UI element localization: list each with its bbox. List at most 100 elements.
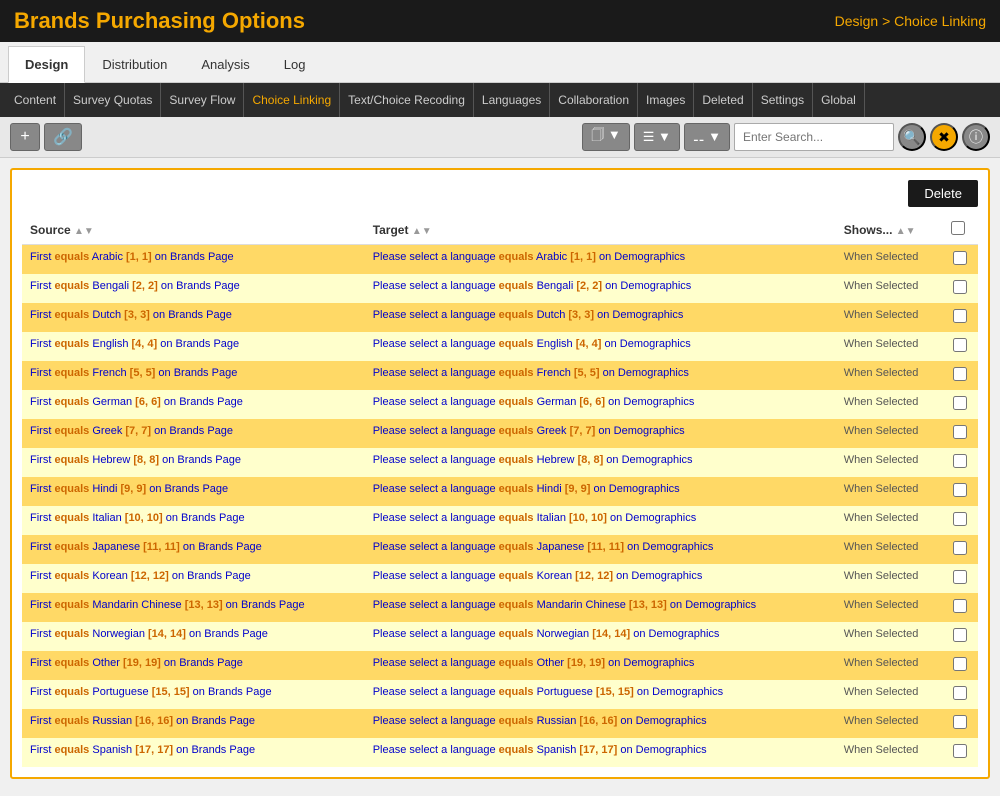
nav-survey-quotas[interactable]: Survey Quotas — [65, 83, 161, 117]
target-cell: Please select a language equals Italian … — [365, 506, 836, 535]
source-link[interactable]: First equals Portuguese [15, 15] on Bran… — [30, 686, 272, 698]
row-checkbox[interactable] — [953, 657, 967, 671]
target-link[interactable]: Please select a language equals English … — [373, 338, 691, 350]
nav-settings[interactable]: Settings — [753, 83, 813, 117]
target-link[interactable]: Please select a language equals Russian … — [373, 715, 707, 727]
source-link[interactable]: First equals Hindi [9, 9] on Brands Page — [30, 483, 228, 495]
select-all-checkbox[interactable] — [951, 221, 965, 235]
target-cell: Please select a language equals Hindi [9… — [365, 477, 836, 506]
copy-button[interactable]: 🗍 ▼ — [582, 123, 629, 151]
target-cell: Please select a language equals Japanese… — [365, 535, 836, 564]
source-link[interactable]: First equals Norwegian [14, 14] on Brand… — [30, 628, 268, 640]
page-title: Brands Purchasing Options — [14, 8, 305, 34]
source-link[interactable]: First equals Italian [10, 10] on Brands … — [30, 512, 245, 524]
nav-languages[interactable]: Languages — [474, 83, 550, 117]
source-link[interactable]: First equals Dutch [3, 3] on Brands Page — [30, 309, 232, 321]
source-link[interactable]: First equals French [5, 5] on Brands Pag… — [30, 367, 237, 379]
row-checkbox[interactable] — [953, 454, 967, 468]
target-link[interactable]: Please select a language equals Greek [7… — [373, 425, 685, 437]
source-link[interactable]: First equals Other [19, 19] on Brands Pa… — [30, 657, 243, 669]
source-link[interactable]: First equals Greek [7, 7] on Brands Page — [30, 425, 233, 437]
check-cell — [943, 477, 978, 506]
row-checkbox[interactable] — [953, 396, 967, 410]
source-link[interactable]: First equals Arabic [1, 1] on Brands Pag… — [30, 251, 234, 263]
link-button[interactable]: 🔗 — [44, 123, 82, 151]
target-link[interactable]: Please select a language equals Hebrew [… — [373, 454, 693, 466]
row-checkbox[interactable] — [953, 483, 967, 497]
source-link[interactable]: First equals Hebrew [8, 8] on Brands Pag… — [30, 454, 241, 466]
row-checkbox[interactable] — [953, 338, 967, 352]
source-link[interactable]: First equals German [6, 6] on Brands Pag… — [30, 396, 243, 408]
source-link[interactable]: First equals Russian [16, 16] on Brands … — [30, 715, 255, 727]
check-cell — [943, 506, 978, 535]
search-button[interactable]: 🔍 — [898, 123, 926, 151]
source-link[interactable]: First equals Bengali [2, 2] on Brands Pa… — [30, 280, 240, 292]
target-link[interactable]: Please select a language equals Portugue… — [373, 686, 723, 698]
nav-deleted[interactable]: Deleted — [694, 83, 752, 117]
table-row: First equals Korean [12, 12] on Brands P… — [22, 564, 978, 593]
row-checkbox[interactable] — [953, 367, 967, 381]
row-checkbox[interactable] — [953, 280, 967, 294]
source-link[interactable]: First equals Japanese [11, 11] on Brands… — [30, 541, 262, 553]
nav-global[interactable]: Global — [813, 83, 865, 117]
target-link[interactable]: Please select a language equals Other [1… — [373, 657, 695, 669]
col-source[interactable]: Source ▲▼ — [22, 215, 365, 245]
nav-collaboration[interactable]: Collaboration — [550, 83, 638, 117]
source-link[interactable]: First equals Korean [12, 12] on Brands P… — [30, 570, 251, 582]
tab-log[interactable]: Log — [267, 46, 323, 82]
info-button[interactable]: ⓘ — [962, 123, 990, 151]
search-x-button[interactable]: ✖ — [930, 123, 958, 151]
format-button[interactable]: ☰ ▼ — [634, 123, 680, 151]
source-link[interactable]: First equals English [4, 4] on Brands Pa… — [30, 338, 239, 350]
row-checkbox[interactable] — [953, 599, 967, 613]
nav-images[interactable]: Images — [638, 83, 694, 117]
row-checkbox[interactable] — [953, 744, 967, 758]
target-link[interactable]: Please select a language equals Mandarin… — [373, 599, 756, 611]
delete-button[interactable]: Delete — [908, 180, 978, 207]
row-checkbox[interactable] — [953, 715, 967, 729]
target-link[interactable]: Please select a language equals French [… — [373, 367, 689, 379]
source-cell: First equals Other [19, 19] on Brands Pa… — [22, 651, 365, 680]
row-checkbox[interactable] — [953, 309, 967, 323]
target-link[interactable]: Please select a language equals German [… — [373, 396, 695, 408]
search-input[interactable] — [734, 123, 894, 151]
data-table: Source ▲▼ Target ▲▼ Shows... ▲▼ First eq… — [22, 215, 978, 767]
row-checkbox[interactable] — [953, 541, 967, 555]
add-button[interactable]: + — [10, 123, 40, 151]
tab-design[interactable]: Design — [8, 46, 85, 83]
source-link[interactable]: First equals Spanish [17, 17] on Brands … — [30, 744, 255, 756]
nav-content[interactable]: Content — [6, 83, 65, 117]
check-cell — [943, 593, 978, 622]
table-row: First equals Greek [7, 7] on Brands Page… — [22, 419, 978, 448]
row-checkbox[interactable] — [953, 512, 967, 526]
tab-distribution[interactable]: Distribution — [85, 46, 184, 82]
row-checkbox[interactable] — [953, 425, 967, 439]
table-row: First equals Arabic [1, 1] on Brands Pag… — [22, 245, 978, 275]
target-link[interactable]: Please select a language equals Hindi [9… — [373, 483, 680, 495]
check-cell — [943, 738, 978, 767]
tab-analysis[interactable]: Analysis — [184, 46, 266, 82]
col-target[interactable]: Target ▲▼ — [365, 215, 836, 245]
target-link[interactable]: Please select a language equals Bengali … — [373, 280, 692, 292]
shows-cell: When Selected — [836, 593, 943, 622]
target-link[interactable]: Please select a language equals Spanish … — [373, 744, 707, 756]
nav-choice-linking[interactable]: Choice Linking — [244, 83, 340, 117]
source-cell: First equals Hebrew [8, 8] on Brands Pag… — [22, 448, 365, 477]
target-link[interactable]: Please select a language equals Arabic [… — [373, 251, 686, 263]
check-cell — [943, 564, 978, 593]
target-link[interactable]: Please select a language equals Korean [… — [373, 570, 703, 582]
row-checkbox[interactable] — [953, 251, 967, 265]
nav-text-choice-recoding[interactable]: Text/Choice Recoding — [340, 83, 474, 117]
target-link[interactable]: Please select a language equals Dutch [3… — [373, 309, 684, 321]
target-link[interactable]: Please select a language equals Italian … — [373, 512, 697, 524]
source-link[interactable]: First equals Mandarin Chinese [13, 13] o… — [30, 599, 305, 611]
target-link[interactable]: Please select a language equals Japanese… — [373, 541, 714, 553]
col-shows[interactable]: Shows... ▲▼ — [836, 215, 943, 245]
shows-cell: When Selected — [836, 709, 943, 738]
list-button[interactable]: ⚋ ▼ — [684, 123, 730, 151]
target-link[interactable]: Please select a language equals Norwegia… — [373, 628, 720, 640]
row-checkbox[interactable] — [953, 686, 967, 700]
row-checkbox[interactable] — [953, 570, 967, 584]
nav-survey-flow[interactable]: Survey Flow — [161, 83, 244, 117]
row-checkbox[interactable] — [953, 628, 967, 642]
